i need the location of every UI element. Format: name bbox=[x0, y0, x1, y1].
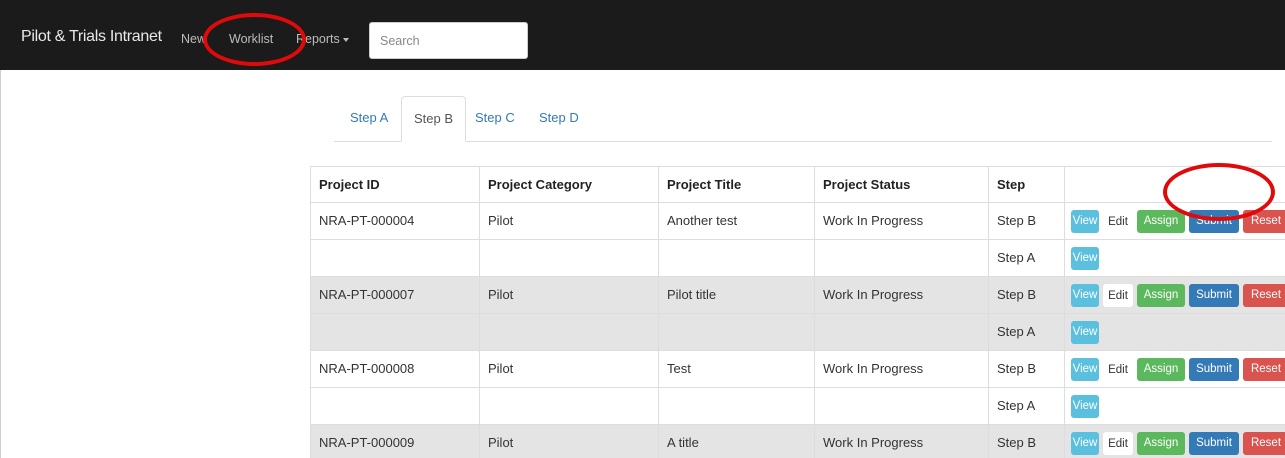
cell-actions: View bbox=[1064, 240, 1285, 276]
caret-down-icon bbox=[342, 37, 349, 42]
reset-button[interactable]: Reset bbox=[1243, 432, 1285, 455]
submit-button[interactable]: Submit bbox=[1189, 284, 1239, 307]
table-row: Step A View bbox=[310, 313, 1285, 350]
header-step: Step bbox=[988, 167, 1064, 203]
cell-step: Step B bbox=[988, 203, 1064, 239]
left-border bbox=[0, 70, 1, 458]
view-button[interactable]: View bbox=[1071, 284, 1099, 307]
view-button[interactable]: View bbox=[1071, 358, 1099, 381]
cell-step: Step B bbox=[988, 277, 1064, 313]
search-input[interactable] bbox=[369, 22, 528, 59]
top-navbar: Pilot & Trials Intranet New Worklist Rep… bbox=[0, 0, 1285, 70]
table-row: Step A View bbox=[310, 387, 1285, 424]
header-project-title: Project Title bbox=[658, 167, 814, 203]
cell-project-category: Pilot bbox=[479, 203, 658, 239]
step-tabs: Step A Step B Step C Step D bbox=[334, 96, 1272, 142]
cell-actions: View Edit Assign Submit Reset bbox=[1064, 277, 1285, 313]
table-header-row: Project ID Project Category Project Titl… bbox=[310, 166, 1285, 203]
view-button[interactable]: View bbox=[1071, 247, 1099, 270]
cell-project-id: NRA-PT-000007 bbox=[310, 277, 479, 313]
assign-button[interactable]: Assign bbox=[1137, 210, 1185, 233]
header-project-id: Project ID bbox=[310, 167, 479, 203]
reset-button[interactable]: Reset bbox=[1243, 358, 1285, 381]
cell-project-status bbox=[814, 314, 988, 350]
submit-button[interactable]: Submit bbox=[1189, 358, 1239, 381]
cell-project-status: Work In Progress bbox=[814, 425, 988, 458]
cell-project-title bbox=[658, 314, 814, 350]
submit-button[interactable]: Submit bbox=[1189, 432, 1239, 455]
cell-project-id bbox=[310, 314, 479, 350]
view-button[interactable]: View bbox=[1071, 321, 1099, 344]
edit-button[interactable]: Edit bbox=[1103, 284, 1133, 307]
cell-project-status: Work In Progress bbox=[814, 277, 988, 313]
cell-actions: View Edit Assign Submit Reset bbox=[1064, 425, 1285, 458]
projects-table: Project ID Project Category Project Titl… bbox=[310, 166, 1285, 458]
cell-step: Step B bbox=[988, 425, 1064, 458]
tab-step-c[interactable]: Step C bbox=[463, 96, 527, 142]
cell-project-id bbox=[310, 388, 479, 424]
cell-project-status bbox=[814, 388, 988, 424]
cell-project-title bbox=[658, 388, 814, 424]
edit-button[interactable]: Edit bbox=[1103, 358, 1133, 381]
table-row: NRA-PT-000009 Pilot A title Work In Progres… bbox=[310, 424, 1285, 458]
cell-step: Step B bbox=[988, 351, 1064, 387]
reset-button[interactable]: Reset bbox=[1243, 284, 1285, 307]
tab-step-a[interactable]: Step A bbox=[338, 96, 400, 142]
cell-project-id: NRA-PT-000004 bbox=[310, 203, 479, 239]
cell-project-title: Test bbox=[658, 351, 814, 387]
cell-project-category: Pilot bbox=[479, 277, 658, 313]
cell-project-id bbox=[310, 240, 479, 276]
tab-step-b[interactable]: Step B bbox=[401, 96, 467, 142]
cell-project-status: Work In Progress bbox=[814, 351, 988, 387]
table-row: NRA-PT-000007 Pilot Pilot title Work In Pro… bbox=[310, 276, 1285, 313]
cell-project-category bbox=[479, 388, 658, 424]
cell-project-title: Pilot title bbox=[658, 277, 814, 313]
assign-button[interactable]: Assign bbox=[1137, 432, 1185, 455]
cell-project-category bbox=[479, 240, 658, 276]
cell-project-category: Pilot bbox=[479, 425, 658, 458]
header-project-status: Project Status bbox=[814, 167, 988, 203]
assign-button[interactable]: Assign bbox=[1137, 358, 1185, 381]
cell-project-status bbox=[814, 240, 988, 276]
cell-project-status: Work In Progress bbox=[814, 203, 988, 239]
view-button[interactable]: View bbox=[1071, 395, 1099, 418]
tab-step-d[interactable]: Step D bbox=[527, 96, 591, 142]
submit-annotation-ellipse bbox=[1163, 163, 1275, 221]
cell-project-category bbox=[479, 314, 658, 350]
worklist-annotation-ellipse bbox=[203, 13, 306, 66]
cell-project-id: NRA-PT-000009 bbox=[310, 425, 479, 458]
assign-button[interactable]: Assign bbox=[1137, 284, 1185, 307]
cell-project-title: Another test bbox=[658, 203, 814, 239]
cell-step: Step A bbox=[988, 314, 1064, 350]
table-row: NRA-PT-000004 Pilot Another test Work In Pr… bbox=[310, 202, 1285, 239]
edit-button[interactable]: Edit bbox=[1103, 432, 1133, 455]
cell-project-title: A title bbox=[658, 425, 814, 458]
cell-actions: View Edit Assign Submit Reset bbox=[1064, 351, 1285, 387]
cell-step: Step A bbox=[988, 388, 1064, 424]
table-row: Step A View bbox=[310, 239, 1285, 276]
header-project-category: Project Category bbox=[479, 167, 658, 203]
cell-actions: View bbox=[1064, 388, 1285, 424]
cell-step: Step A bbox=[988, 240, 1064, 276]
view-button[interactable]: View bbox=[1071, 210, 1099, 233]
view-button[interactable]: View bbox=[1071, 432, 1099, 455]
edit-button[interactable]: Edit bbox=[1103, 210, 1133, 233]
cell-project-category: Pilot bbox=[479, 351, 658, 387]
cell-actions: View bbox=[1064, 314, 1285, 350]
cell-project-title bbox=[658, 240, 814, 276]
brand-title[interactable]: Pilot & Trials Intranet bbox=[21, 28, 162, 46]
cell-project-id: NRA-PT-000008 bbox=[310, 351, 479, 387]
table-row: NRA-PT-000008 Pilot Test Work In Progress St… bbox=[310, 350, 1285, 387]
